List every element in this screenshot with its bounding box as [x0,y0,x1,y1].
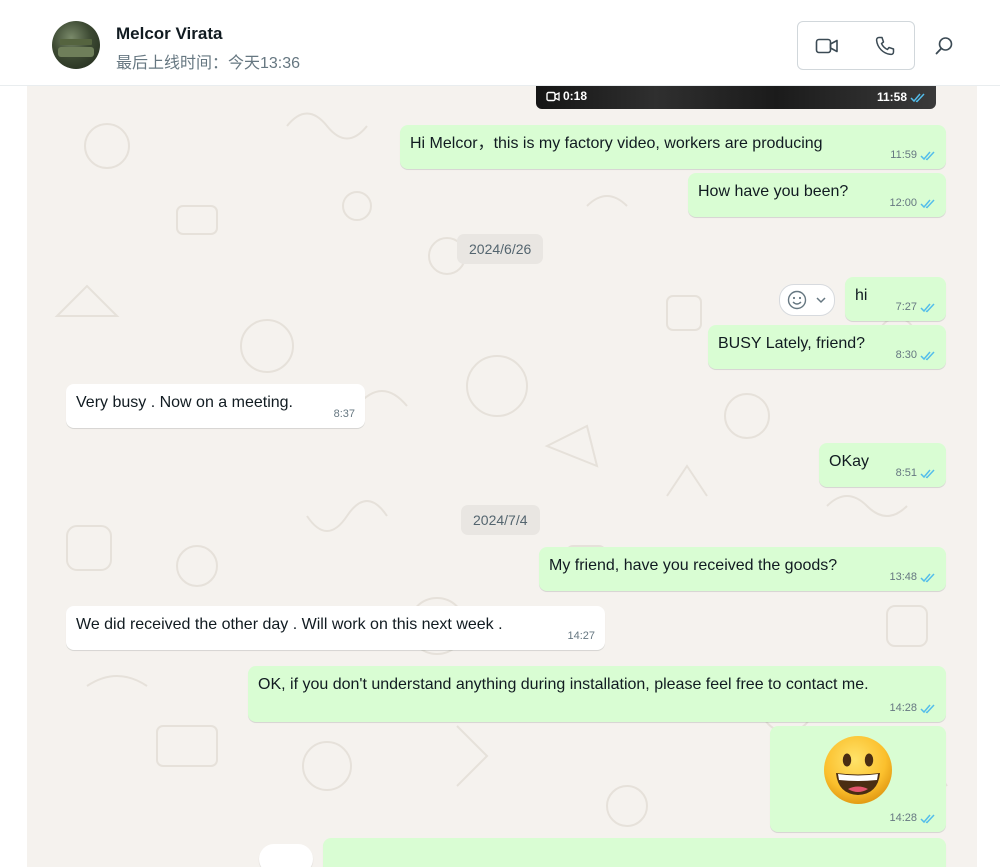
contact-avatar[interactable] [52,21,100,69]
video-message[interactable]: 0:18 11:58 [536,86,936,109]
message-bubble[interactable]: OK, if you don't understand anything dur… [248,666,946,722]
message-meta: 12:00 [889,193,936,213]
phone-icon [875,36,895,55]
message-bubble[interactable]: hi 7:27 [845,277,946,321]
reaction-picker-button[interactable] [779,284,835,316]
video-camera-icon [815,38,838,53]
video-duration-text: 0:18 [563,89,588,103]
message-bubble[interactable]: Very busy . Now on a meeting. 8:37 [66,384,365,428]
message-text: We did received the other day . Will wor… [76,616,503,633]
video-time-text: 11:58 [876,90,907,104]
message-time: 14:27 [567,630,595,642]
message-meta: 11:59 [890,145,936,165]
message-time: 12:00 [889,197,917,209]
message-bubble[interactable]: My friend, have you received the goods? … [539,547,946,591]
search-button[interactable] [928,30,960,62]
message-text: OK, if you don't understand anything dur… [258,676,869,693]
message-bubble[interactable] [323,838,946,867]
message-meta: 14:27 [567,626,595,646]
voice-call-button[interactable] [856,22,914,69]
message-bubble[interactable]: How have you been? 12:00 [688,173,946,217]
video-duration: 0:18 [546,89,587,103]
reaction-picker-button[interactable] [259,844,313,867]
read-ticks-icon [920,703,935,713]
message-text: hi [855,287,868,304]
message-bubble[interactable]: OKay 8:51 [819,443,946,487]
message-meta: 8:30 [896,345,936,365]
call-button-group [797,21,915,70]
message-bubble[interactable]: Hi Melcor，this is my factory video, work… [400,125,946,169]
message-meta: 13:48 [889,567,936,587]
message-meta: 7:27 [896,297,936,317]
message-time: 8:37 [333,408,355,420]
date-separator: 2024/7/4 [461,505,540,535]
video-camera-icon [546,91,560,101]
message-text: How have you been? [698,183,849,200]
smiley-icon [788,290,807,310]
chat-messages-area[interactable]: 0:18 11:58 Hi Melcor，this is my factory … [27,86,977,867]
message-time: 7:27 [895,301,917,313]
message-time: 14:28 [889,702,917,714]
message-bubble[interactable]: BUSY Lately, friend? 8:30 [708,325,946,369]
emoji-message-bubble[interactable]: 14:28 [770,726,946,832]
message-text: Hi Melcor，this is my factory video, work… [410,135,823,152]
message-time: 8:30 [895,349,917,361]
last-seen-status: 最后上线时间：今天13:36 [116,55,301,72]
chat-header: Melcor Virata 最后上线时间：今天13:36 [0,0,1000,86]
video-timestamp: 11:58 [877,90,926,104]
message-time: 13:48 [889,571,917,583]
read-ticks-icon [920,468,935,478]
message-bubble[interactable]: We did received the other day . Will wor… [66,606,605,650]
read-ticks-icon [920,572,935,582]
message-meta: 14:28 [889,698,936,718]
message-text: BUSY Lately, friend? [718,335,866,352]
message-text: OKay [829,453,870,470]
message-text: Very busy . Now on a meeting. [76,394,293,411]
chevron-down-icon [816,297,826,304]
video-call-button[interactable] [798,22,856,69]
read-ticks-icon [920,350,935,360]
date-separator: 2024/6/26 [457,234,544,264]
message-meta: 14:28 [889,808,936,828]
search-icon [935,37,953,55]
message-meta: 8:37 [334,404,355,424]
read-ticks-icon [910,92,925,102]
contact-name[interactable]: Melcor Virata [116,24,222,44]
message-meta: 8:51 [896,463,936,483]
read-ticks-icon [920,813,935,823]
message-time: 8:51 [895,467,917,479]
grinning-face-emoji [824,736,892,804]
read-ticks-icon [920,150,935,160]
read-ticks-icon [920,198,935,208]
message-time: 11:59 [890,149,917,161]
read-ticks-icon [920,302,935,312]
message-time: 14:28 [889,812,917,824]
message-text: My friend, have you received the goods? [549,557,838,574]
